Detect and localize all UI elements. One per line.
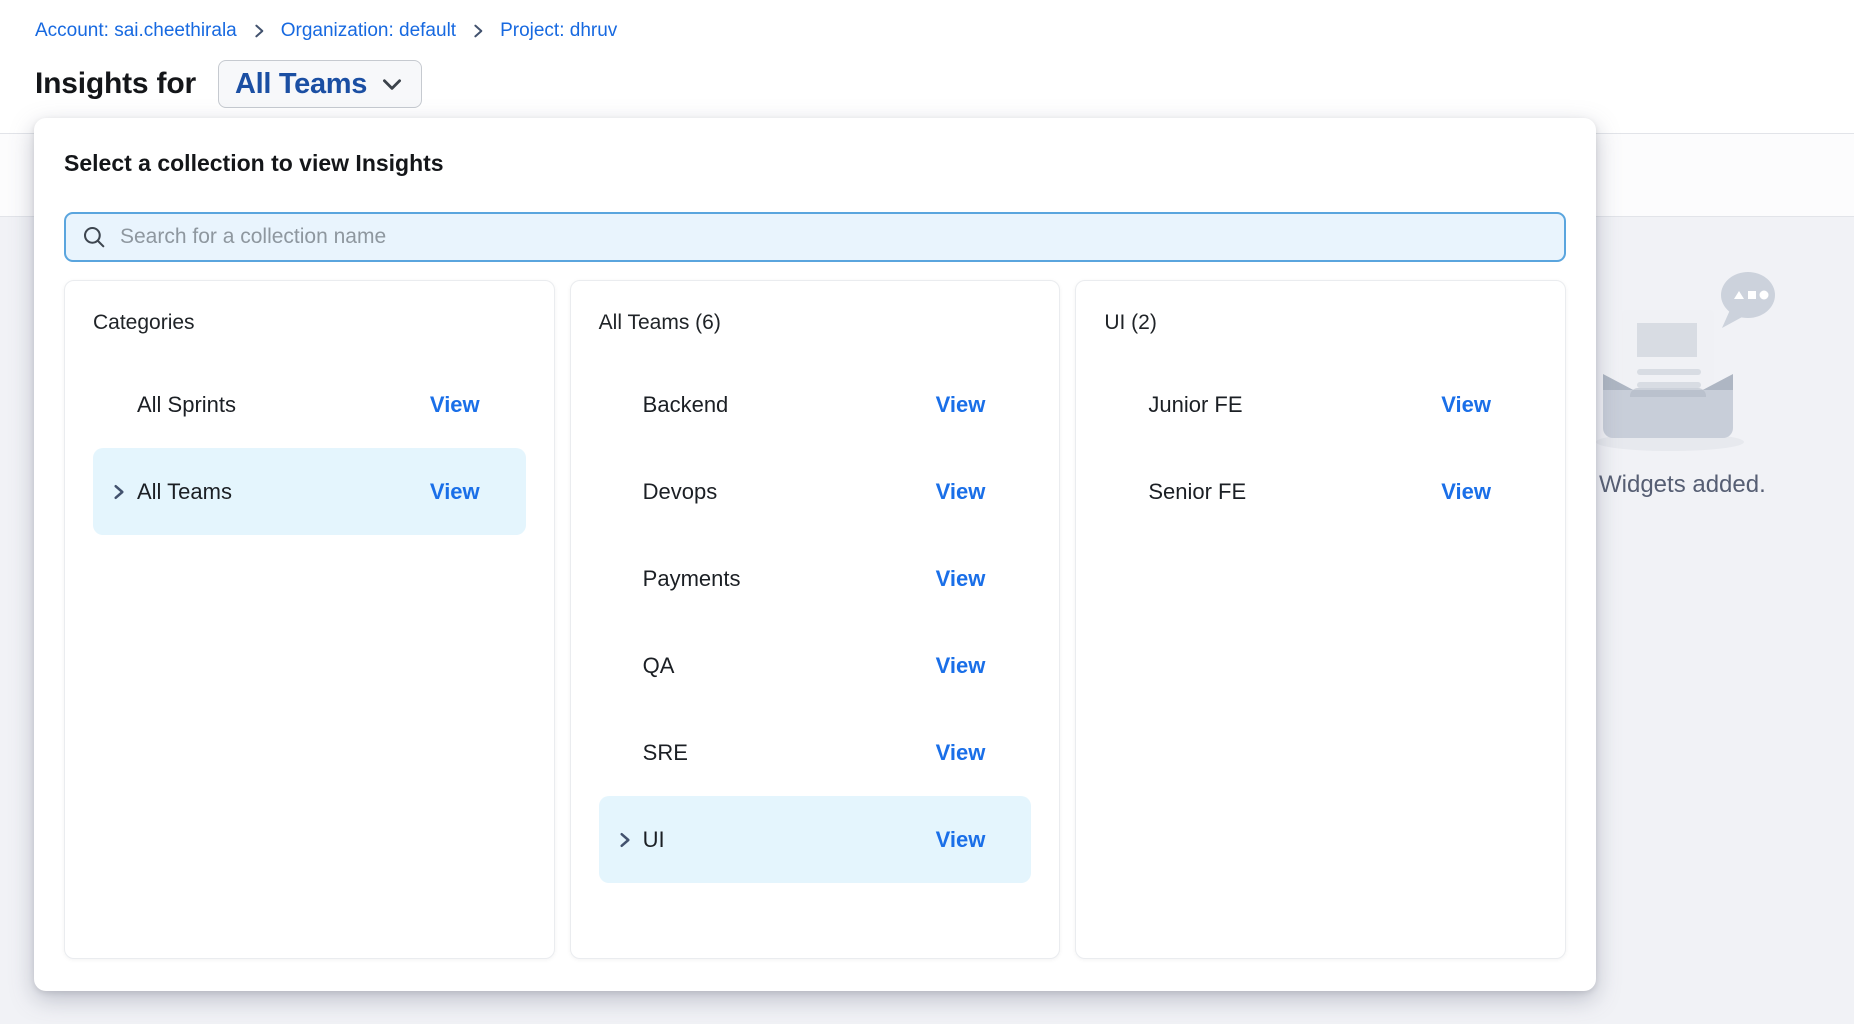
search-input[interactable] [120, 225, 1549, 249]
collection-item-payments[interactable]: Payments View [599, 535, 1032, 622]
page-header: Insights for All Teams [35, 60, 422, 108]
collection-item-label: QA [643, 653, 675, 679]
view-link[interactable]: View [936, 827, 986, 853]
breadcrumb-link-account[interactable]: Account: sai.cheethirala [35, 20, 237, 42]
view-link[interactable]: View [1441, 392, 1491, 418]
collection-item-devops[interactable]: Devops View [599, 448, 1032, 535]
view-link[interactable]: View [936, 479, 986, 505]
collection-item-label: Senior FE [1148, 479, 1246, 505]
collection-item-sre[interactable]: SRE View [599, 709, 1032, 796]
breadcrumb-link-project[interactable]: Project: dhruv [500, 20, 617, 42]
collection-item-all-teams[interactable]: All Teams View [93, 448, 526, 535]
collection-picker-modal: Select a collection to view Insights Cat… [34, 118, 1596, 991]
breadcrumb-separator-icon [251, 23, 267, 39]
collection-item-label: Backend [643, 392, 729, 418]
search-icon [81, 224, 107, 250]
column-ui: UI (2) Junior FE View Senior FE View [1075, 280, 1566, 959]
view-link[interactable]: View [430, 392, 480, 418]
view-link[interactable]: View [936, 740, 986, 766]
chevron-right-icon [1120, 395, 1148, 415]
chevron-right-icon [615, 656, 643, 676]
collection-item-label: Junior FE [1148, 392, 1242, 418]
collection-item-label: Payments [643, 566, 741, 592]
breadcrumb-separator-icon [470, 23, 486, 39]
empty-state-caption: Widgets added. [1599, 471, 1766, 499]
collection-item-senior-fe[interactable]: Senior FE View [1104, 448, 1537, 535]
view-link[interactable]: View [936, 392, 986, 418]
collection-columns: Categories All Sprints View All Teams Vi… [64, 280, 1566, 959]
collection-dropdown-label: All Teams [235, 68, 367, 101]
collection-item-ui[interactable]: UI View [599, 796, 1032, 883]
collection-item-junior-fe[interactable]: Junior FE View [1104, 361, 1537, 448]
chevron-right-icon [109, 395, 137, 415]
chevron-right-icon [615, 830, 643, 850]
chevron-right-icon [615, 482, 643, 502]
collection-item-label: All Teams [137, 479, 232, 505]
chevron-right-icon [615, 395, 643, 415]
view-link[interactable]: View [430, 479, 480, 505]
chevron-down-icon [379, 71, 405, 97]
chevron-right-icon [1120, 482, 1148, 502]
empty-widgets-state: Widgets added. [1590, 266, 1850, 466]
empty-widgets-illustration [1590, 266, 1790, 461]
breadcrumb-link-organization[interactable]: Organization: default [281, 20, 456, 42]
column-categories: Categories All Sprints View All Teams Vi… [64, 280, 555, 959]
chevron-right-icon [615, 743, 643, 763]
collection-item-qa[interactable]: QA View [599, 622, 1032, 709]
collection-item-label: All Sprints [137, 392, 236, 418]
chevron-right-icon [615, 569, 643, 589]
collection-item-label: Devops [643, 479, 718, 505]
view-link[interactable]: View [936, 566, 986, 592]
collection-item-label: UI [643, 827, 665, 853]
column-title: Categories [93, 311, 526, 335]
page-title: Insights for [35, 67, 196, 101]
column-title: UI (2) [1104, 311, 1537, 335]
column-all-teams: All Teams (6) Backend View Devops View P… [570, 280, 1061, 959]
chevron-right-icon [109, 482, 137, 502]
collection-item-label: SRE [643, 740, 688, 766]
view-link[interactable]: View [1441, 479, 1491, 505]
column-title: All Teams (6) [599, 311, 1032, 335]
breadcrumb: Account: sai.cheethirala Organization: d… [35, 20, 617, 42]
view-link[interactable]: View [936, 653, 986, 679]
collection-dropdown-button[interactable]: All Teams [218, 60, 422, 108]
modal-title: Select a collection to view Insights [64, 150, 1566, 177]
collection-item-backend[interactable]: Backend View [599, 361, 1032, 448]
collection-item-all-sprints[interactable]: All Sprints View [93, 361, 526, 448]
search-bar [64, 212, 1566, 262]
